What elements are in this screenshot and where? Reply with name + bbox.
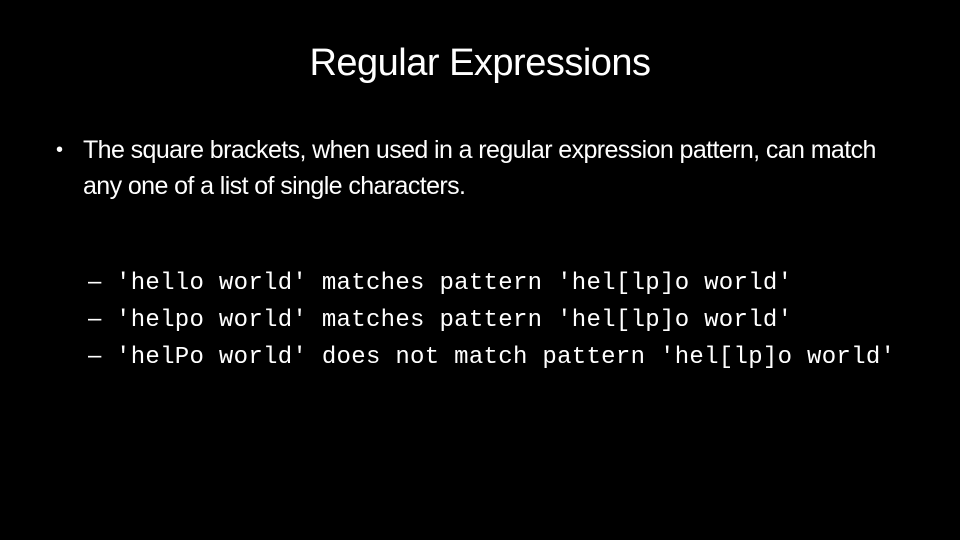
example-text: 'helpo world' matches pattern 'hel[lp]o … (116, 307, 793, 334)
example-text: 'hello world' matches pattern 'hel[lp]o … (116, 270, 793, 297)
bullet-text: The square brackets, when used in a regu… (83, 136, 876, 200)
example-item: –'helPo world' does not match pattern 'h… (88, 338, 895, 375)
example-text: 'helPo world' does not match pattern 'he… (116, 344, 896, 371)
dash-marker: – (88, 305, 102, 332)
main-bullet: • The square brackets, when used in a re… (56, 132, 916, 204)
example-list: –'hello world' matches pattern 'hel[lp]o… (88, 264, 895, 375)
bullet-marker: • (56, 139, 63, 161)
dash-marker: – (88, 268, 102, 295)
slide-title: Regular Expressions (309, 42, 651, 84)
example-item: –'hello world' matches pattern 'hel[lp]o… (88, 264, 895, 301)
example-item: –'helpo world' matches pattern 'hel[lp]o… (88, 301, 895, 338)
dash-marker: – (88, 342, 102, 369)
